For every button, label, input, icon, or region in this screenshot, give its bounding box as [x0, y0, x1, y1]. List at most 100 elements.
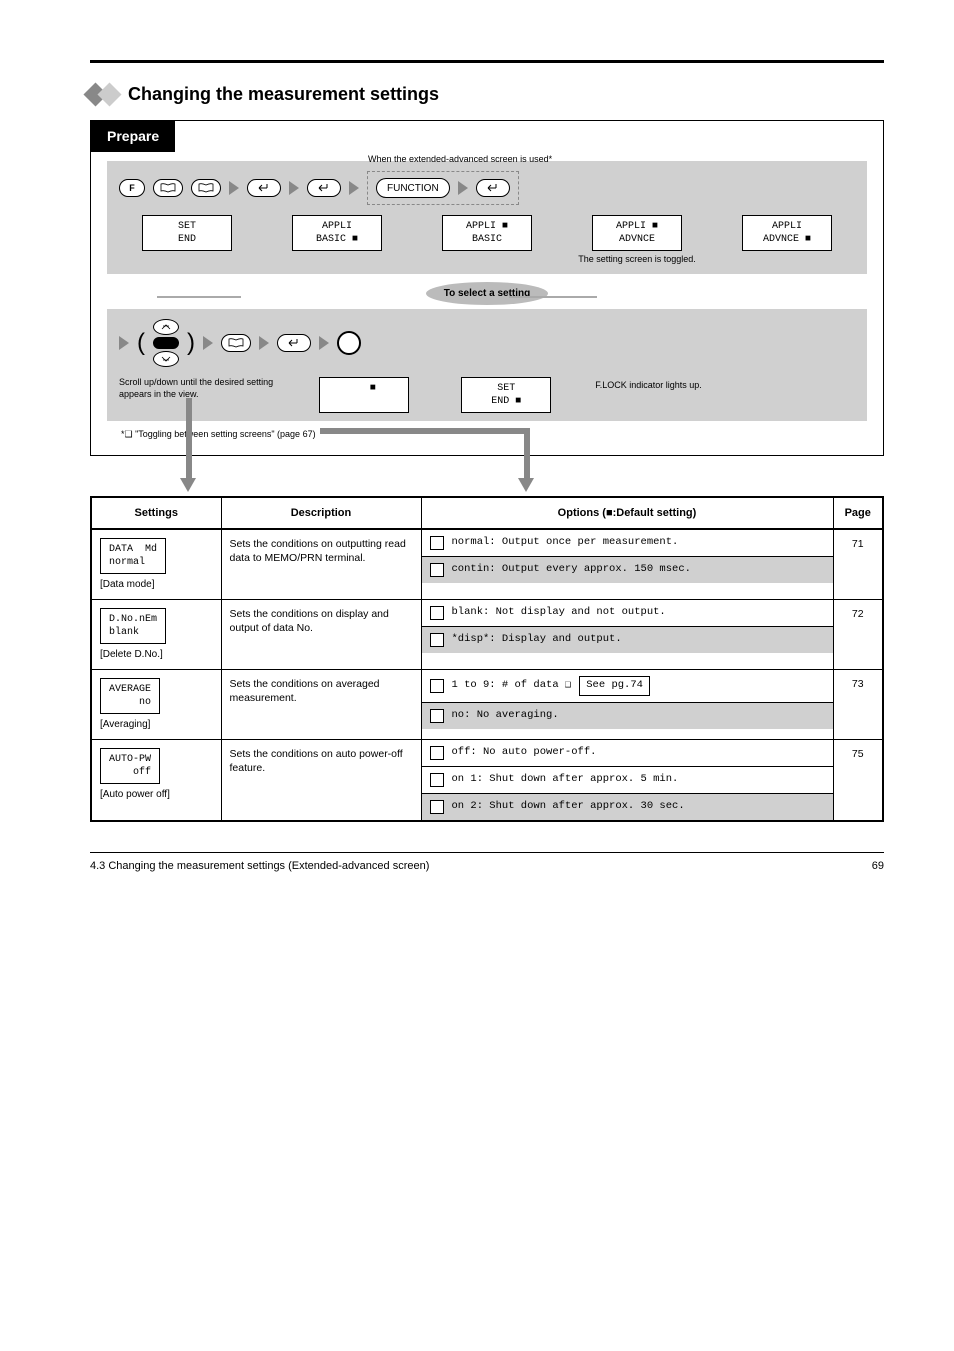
- settings-display-box: DATA Md normal: [100, 538, 166, 574]
- settings-display-box: AVERAGE no: [100, 678, 160, 714]
- options-cell: blank: Not display and not output. *disp*…: [421, 600, 833, 670]
- page-cell: 72: [833, 600, 883, 670]
- th-options: Options (■:Default setting): [421, 497, 833, 529]
- checkbox-icon: [430, 746, 444, 760]
- option-label: contin: Output every approx. 150 msec.: [452, 563, 691, 577]
- display-box: APPLI ADVNCE ■: [742, 215, 832, 251]
- settings-label: [Auto power off]: [100, 788, 213, 801]
- description-cell: Sets the conditions on outputting read d…: [221, 529, 421, 600]
- flow-band-2: ( ) Scroll up/down un: [107, 309, 867, 421]
- arrow-right-icon: [229, 181, 239, 195]
- option-row: normal: Output once per measurement.: [422, 530, 833, 557]
- section-heading: Changing the measurement settings: [128, 83, 439, 106]
- table-row: AUTO-PW off [Auto power off] Sets the cond…: [91, 740, 883, 822]
- arrow-right-icon: [349, 181, 359, 195]
- table-row: D.No.nEm blank[Delete D.No.]Sets the con…: [91, 600, 883, 670]
- arrow-right-icon: [259, 336, 269, 350]
- page-footer: 4.3 Changing the measurement settings (E…: [90, 852, 884, 873]
- flow2-cell-0: ■: [300, 377, 428, 413]
- display-caption: The setting screen is toggled.: [578, 254, 696, 266]
- dashed-note: When the extended-advanced screen is use…: [368, 154, 518, 166]
- page-cell: 73: [833, 670, 883, 740]
- enter-button-icon: [476, 179, 510, 197]
- dial-button-icon: [337, 331, 361, 355]
- oval-connector: To select a setting: [107, 282, 867, 305]
- book-button-icon: [191, 179, 221, 197]
- book-button-icon: [221, 334, 251, 352]
- oval-label: To select a setting: [426, 282, 549, 305]
- th-settings: Settings: [91, 497, 221, 529]
- enter-button-icon: [277, 334, 311, 352]
- page-cell: 71: [833, 529, 883, 600]
- description-cell: Sets the conditions on averaged measurem…: [221, 670, 421, 740]
- see-page-box: See pg.74: [579, 676, 650, 696]
- book-button-icon: [153, 179, 183, 197]
- checkbox-icon: [430, 773, 444, 787]
- option-row: contin: Output every approx. 150 msec.: [422, 557, 833, 583]
- table-row: AVERAGE no [Averaging] Sets the conditions…: [91, 670, 883, 740]
- display-box: SET END: [142, 215, 232, 251]
- option-row: *disp*: Display and output.: [422, 627, 833, 653]
- flow1-cell-1: APPLI BASIC ■: [269, 215, 405, 251]
- th-description: Description: [221, 497, 421, 529]
- flow-band-1: F When the extended-advanced screen is u…: [107, 161, 867, 274]
- page-cell: 75: [833, 740, 883, 822]
- footer-left: 4.3 Changing the measurement settings (E…: [90, 859, 429, 873]
- display-box: APPLI ■ ADVNCE: [592, 215, 682, 251]
- flow1-cell-4: APPLI ADVNCE ■: [719, 215, 855, 251]
- arrow-right-icon: [119, 336, 129, 350]
- diamond-bullet-icon: [90, 86, 118, 103]
- option-label: *disp*: Display and output.: [452, 633, 622, 647]
- table-row: DATA Md normal [Data mode] Sets the condit…: [91, 529, 883, 600]
- flow1-cell-2: APPLI ■ BASIC: [419, 215, 555, 251]
- checkbox-icon: [430, 800, 444, 814]
- option-row: on 2: Shut down after approx. 30 sec.: [422, 794, 833, 820]
- flow2-dial-caption: F.LOCK indicator lights up.: [584, 377, 712, 392]
- settings-cell: AVERAGE no [Averaging]: [91, 670, 221, 740]
- scroll-hint-text: Scroll up/down until the desired setting…: [119, 377, 286, 400]
- arrow-right-icon: [458, 181, 468, 195]
- footer-right: 69: [872, 859, 884, 873]
- checkbox-icon: [430, 536, 444, 550]
- flow1-cell-3: APPLI ■ ADVNCE The setting screen is tog…: [569, 215, 705, 266]
- settings-cell: D.No.nEm blank[Delete D.No.]: [91, 600, 221, 670]
- top-rule: [90, 60, 884, 63]
- function-button-icon: FUNCTION: [376, 178, 450, 198]
- panel-tab: Prepare: [91, 121, 175, 151]
- settings-cell: AUTO-PW off [Auto power off]: [91, 740, 221, 822]
- arrow-right-icon: [319, 336, 329, 350]
- checkbox-icon: [430, 679, 444, 693]
- settings-label: [Data mode]: [100, 578, 213, 591]
- up-down-buttons-icon: [153, 319, 179, 367]
- option-label: blank: Not display and not output.: [452, 606, 666, 620]
- display-box: SET END ■: [461, 377, 551, 413]
- option-label: on 2: Shut down after approx. 30 sec.: [452, 800, 685, 814]
- description-cell: Sets the conditions on display and outpu…: [221, 600, 421, 670]
- flow1-cell-0: SET END: [119, 215, 255, 251]
- enter-button-icon: [307, 179, 341, 197]
- dial-caption: F.LOCK indicator lights up.: [595, 380, 702, 392]
- settings-table: Settings Description Options (■:Default …: [90, 496, 884, 822]
- checkbox-icon: [430, 563, 444, 577]
- checkbox-icon: [430, 633, 444, 647]
- table-connector: [90, 456, 884, 496]
- options-cell: normal: Output once per measurement. cont…: [421, 529, 833, 600]
- settings-cell: DATA Md normal [Data mode]: [91, 529, 221, 600]
- enter-button-icon: [247, 179, 281, 197]
- prepare-panel: Prepare F When the extended-advanced scr…: [90, 120, 884, 455]
- options-cell: 1 to 9: # of data ❑ See pg.74 no: No aver…: [421, 670, 833, 740]
- option-row: on 1: Shut down after approx. 5 min.: [422, 767, 833, 794]
- display-box: APPLI BASIC ■: [292, 215, 382, 251]
- settings-display-box: AUTO-PW off: [100, 748, 160, 784]
- flow2-scroll-hint: Scroll up/down until the desired setting…: [119, 377, 286, 400]
- settings-label: [Delete D.No.]: [100, 648, 213, 661]
- display-box: ■: [319, 377, 409, 413]
- settings-label: [Averaging]: [100, 718, 213, 731]
- option-row: off: No auto power-off.: [422, 740, 833, 767]
- arrow-right-icon: [203, 336, 213, 350]
- option-label: off: No auto power-off.: [452, 746, 597, 760]
- option-row: blank: Not display and not output.: [422, 600, 833, 627]
- option-label: no: No averaging.: [452, 709, 559, 723]
- description-cell: Sets the conditions on auto power-off fe…: [221, 740, 421, 822]
- option-row: 1 to 9: # of data ❑ See pg.74: [422, 670, 833, 703]
